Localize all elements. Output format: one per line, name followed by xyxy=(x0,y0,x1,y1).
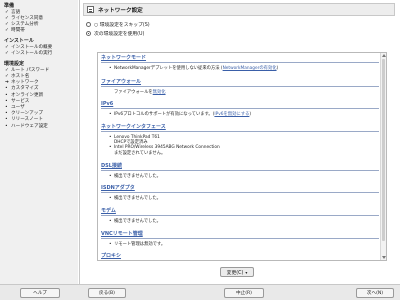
item-text-end: ) xyxy=(249,111,252,117)
section-title-ipv6[interactable]: IPv6 xyxy=(101,101,379,107)
list-item: Lenovo ThinkPad T61 xyxy=(101,135,379,141)
section-dsl: DSL接続 検出できませんでした。 xyxy=(101,163,379,179)
item-text: ファイアウォールを xyxy=(114,89,153,95)
change-button-label: 変更(C) xyxy=(226,270,244,276)
sidebar-item-label: ホスト名 xyxy=(11,73,30,79)
sidebar-item-label: サービス xyxy=(11,98,30,104)
list-item: 検出できませんでした。 xyxy=(101,174,379,180)
sidebar-steps: 準備 ✓ 言語 ✓ ライセンス同意 ✓ システム分析 ✓ 時間帯 インストール ✓ インス… xyxy=(0,0,78,284)
item-text: IPv6プロトコルのサポートが有効になっています。( xyxy=(114,111,215,117)
section-title-modem[interactable]: モデム xyxy=(101,208,379,214)
section-network-mode: ネットワークモード NetworkManagerデプレットを使用しない従来の方法… xyxy=(101,55,379,71)
list-item: 検出できませんでした。 xyxy=(101,196,379,202)
section-title-dsl[interactable]: DSL接続 xyxy=(101,163,379,169)
page-header: ネットワーク設定 xyxy=(83,3,395,16)
scroll-down-icon[interactable] xyxy=(382,256,386,259)
divider xyxy=(101,85,379,87)
disable-firewall-link[interactable]: 無効化 xyxy=(153,90,166,95)
divider xyxy=(101,130,379,132)
divider xyxy=(101,259,379,260)
enable-networkmanager-link[interactable]: NetworkManagerの有効化 xyxy=(223,66,277,71)
section-network-interfaces: ネットワークインタフェース Lenovo ThinkPad T61 DHCPで設… xyxy=(101,124,379,156)
sidebar-item-label: ルート パスワード xyxy=(11,67,50,73)
use-config-radio[interactable]: 次の環境設定を使用(U) xyxy=(86,30,144,37)
page-title: ネットワーク設定 xyxy=(98,7,143,14)
list-item: Intel PRO/Wireless 3945ABG Network Conne… xyxy=(101,145,379,151)
sidebar-item-label: オンライン更新 xyxy=(11,92,44,98)
section-isdn: ISDNアダプタ 検出できませんでした。 xyxy=(101,185,379,201)
list-item: 検出できませんでした。 xyxy=(101,219,379,225)
skip-config-radio[interactable]: ○ 環境設定をスキップ(S) xyxy=(86,21,150,28)
section-title-proxy[interactable]: プロキシ xyxy=(101,253,379,259)
radio-selected-icon xyxy=(86,31,91,36)
sidebar-item-label: リリースノート xyxy=(11,117,43,123)
bullet-icon: • xyxy=(5,123,8,129)
list-item-detail: まだ設定されていません。 xyxy=(114,150,166,156)
section-vnc: VNCリモート管理 リモート管理は無効です。 xyxy=(101,231,379,247)
list-item: IPv6プロトコルのサポートが有効になっています。(IPv6を無効にする) xyxy=(101,111,379,118)
sidebar-item-timezone: ✓ 時間帯 xyxy=(4,28,78,34)
change-button[interactable]: 変更(C) ▾ xyxy=(220,267,254,277)
sidebar-item-install-run: ✓ インストールの実行 xyxy=(4,51,78,57)
radio-label: ○ 環境設定をスキップ(S) xyxy=(94,23,150,28)
sidebar-item-label: クリーンアップ xyxy=(11,111,43,117)
section-firewall: ファイアウォール ファイアウォールを無効化 xyxy=(101,79,379,95)
divider xyxy=(101,191,379,193)
section-ipv6: IPv6 IPv6プロトコルのサポートが有効になっています。(IPv6を無効にす… xyxy=(101,101,379,117)
section-title-firewall[interactable]: ファイアウォール xyxy=(101,79,379,85)
sidebar-item-label: 時間帯 xyxy=(11,28,25,34)
divider xyxy=(101,237,379,239)
section-proxy: プロキシ xyxy=(101,253,379,260)
bottom-button-bar: ヘルプ 戻る(B) 中止(R) 次へ(N) xyxy=(0,284,400,300)
divider xyxy=(101,169,379,171)
list-item: NetworkManagerデプレットを使用しない従来の方法 (NetworkM… xyxy=(101,65,379,72)
disable-ipv6-link[interactable]: IPv6を無効にする xyxy=(214,112,249,117)
chevron-down-icon: ▾ xyxy=(245,269,248,275)
check-icon: ✓ xyxy=(5,28,9,34)
main-panel: ネットワーク設定 ○ 環境設定をスキップ(S) 次の環境設定を使用(U) ネット… xyxy=(79,0,400,284)
vertical-scrollbar[interactable] xyxy=(380,53,386,260)
check-icon: ✓ xyxy=(5,51,9,57)
list-item: リモート管理は無効です。 xyxy=(101,242,379,248)
abort-button[interactable]: 中止(R) xyxy=(224,288,264,298)
sidebar-item-label: ライセンス同意 xyxy=(11,15,44,21)
section-title-vnc[interactable]: VNCリモート管理 xyxy=(101,231,379,237)
list-item: ファイアウォールを無効化 xyxy=(101,90,379,95)
settings-summary-box[interactable]: ネットワークモード NetworkManagerデプレットを使用しない従来の方法… xyxy=(97,52,387,261)
network-card-icon xyxy=(87,6,94,13)
section-title-isdn[interactable]: ISDNアダプタ xyxy=(101,185,379,191)
sidebar-item-label: ハードウェア設定 xyxy=(11,123,48,129)
scroll-up-icon[interactable] xyxy=(382,54,386,57)
sidebar-item-label: インストールの概要 xyxy=(11,44,53,50)
sidebar-item-label: インストールの実行 xyxy=(11,51,53,57)
divider xyxy=(101,107,379,109)
section-modem: モデム 検出できませんでした。 xyxy=(101,208,379,224)
item-text-end: ) xyxy=(276,65,279,71)
sidebar-item-label: カスタマイズ xyxy=(11,86,39,92)
divider xyxy=(101,61,379,63)
sidebar-item-label: ネットワーク xyxy=(11,80,39,86)
sidebar-item-hardware: • ハードウェア設定 xyxy=(4,124,78,130)
next-button[interactable]: 次へ(N) xyxy=(356,288,394,298)
item-text: NetworkManagerデプレットを使用しない従来の方法 ( xyxy=(114,65,223,71)
scroll-thumb[interactable] xyxy=(382,59,385,241)
sidebar-item-label: システム分析 xyxy=(11,21,39,27)
sidebar-item-label: 言語 xyxy=(11,9,21,15)
sidebar-item-label: ユーザ xyxy=(11,104,25,110)
section-title-network-interfaces[interactable]: ネットワークインタフェース xyxy=(101,124,379,130)
divider xyxy=(101,214,379,216)
section-title-network-mode[interactable]: ネットワークモード xyxy=(101,55,379,61)
back-button[interactable]: 戻る(B) xyxy=(88,288,126,298)
help-button[interactable]: ヘルプ xyxy=(20,288,60,298)
radio-circle-icon xyxy=(86,22,91,27)
radio-label: 次の環境設定を使用(U) xyxy=(94,32,145,37)
